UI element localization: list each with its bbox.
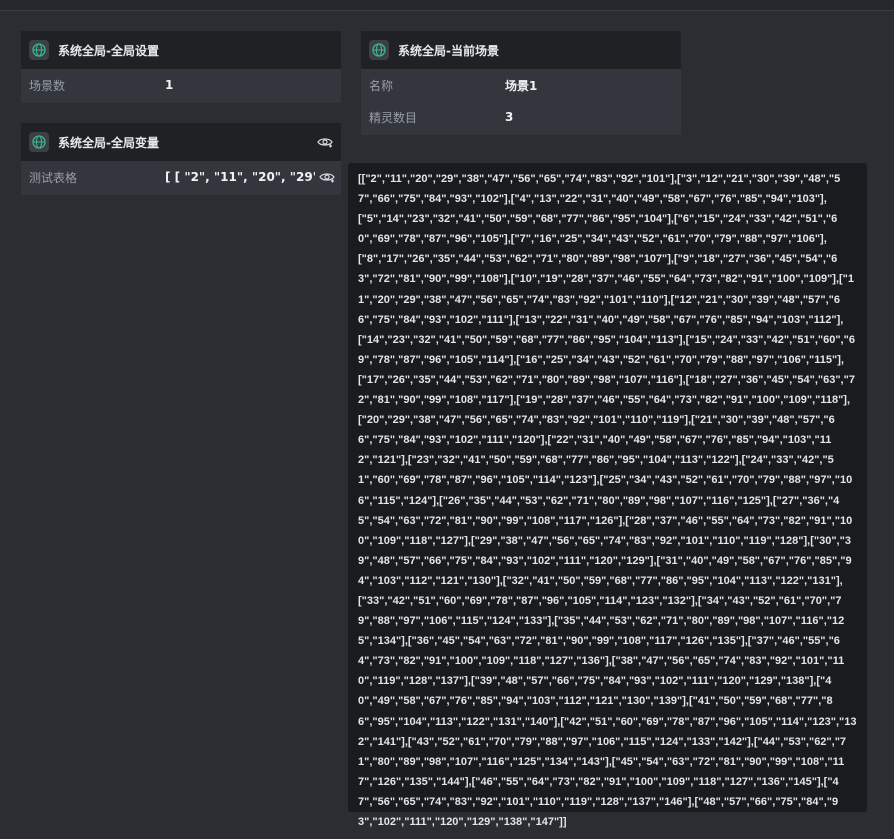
globe-icon: [29, 40, 49, 60]
row-value: [ [ "2", "11", "20", "29", "38", "47": [165, 170, 315, 184]
global-variables-header: 系统全局-全局变量: [21, 123, 341, 161]
globe-icon: [29, 132, 49, 152]
row-value: 1: [165, 78, 174, 92]
scene-row-name[interactable]: 名称 场景1: [361, 69, 681, 101]
panel-title: 系统全局-全局设置: [58, 43, 159, 58]
panel-title: 系统全局-全局变量: [58, 135, 159, 150]
eye-toggle-icon[interactable]: [317, 134, 333, 150]
variable-row-test-table[interactable]: 测试表格 [ [ "2", "11", "20", "29", "38", "4…: [21, 161, 341, 193]
globe-icon: [369, 40, 389, 60]
current-scene-header: 系统全局-当前场景: [361, 31, 681, 69]
row-value: 3: [505, 110, 514, 124]
global-variables-panel: 系统全局-全局变量 测试表格 [ [ "2", "11", "20", "29"…: [21, 123, 341, 195]
global-settings-panel: 系统全局-全局设置 场景数 1: [21, 31, 341, 103]
setting-row-scene-count[interactable]: 场景数 1: [21, 69, 341, 101]
row-key: 名称: [369, 78, 394, 93]
value-viewer-text: [["2","11","20","29","38","47","56","65"…: [358, 173, 857, 828]
scene-row-sprite-count[interactable]: 精灵数目 3: [361, 101, 681, 133]
row-value: 场景1: [505, 78, 538, 93]
top-bar: [0, 0, 894, 11]
row-key: 场景数: [29, 78, 66, 93]
global-settings-header: 系统全局-全局设置: [21, 31, 341, 69]
panel-title: 系统全局-当前场景: [398, 43, 499, 58]
row-key: 测试表格: [29, 170, 78, 185]
value-viewer[interactable]: [["2","11","20","29","38","47","56","65"…: [348, 163, 867, 828]
row-key: 精灵数目: [369, 110, 418, 125]
eye-toggle-icon[interactable]: [319, 169, 335, 185]
current-scene-panel: 系统全局-当前场景 名称 场景1 精灵数目 3: [361, 31, 681, 135]
